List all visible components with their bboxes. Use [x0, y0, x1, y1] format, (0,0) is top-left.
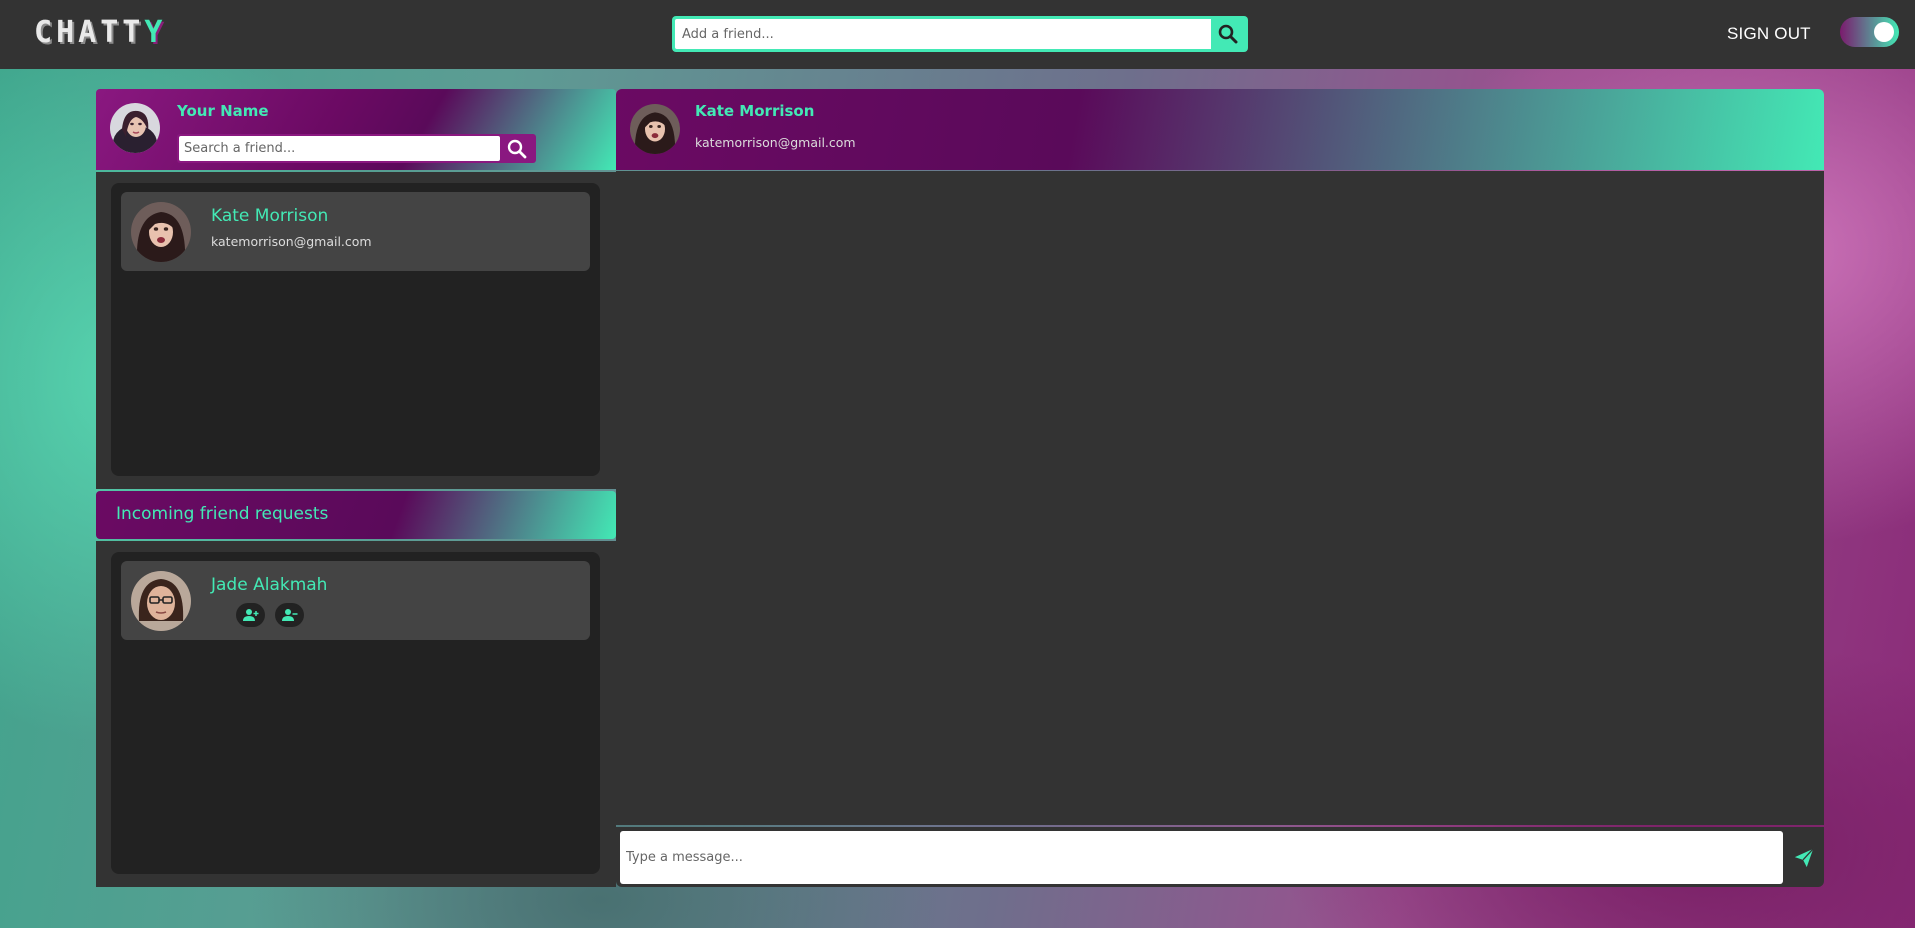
friend-item[interactable]: Kate Morrison katemorrison@gmail.com	[121, 192, 590, 271]
chat-contact-email: katemorrison@gmail.com	[695, 135, 856, 150]
request-actions	[236, 603, 304, 627]
sidebar: Your Name Search a friend... Kate Morris…	[96, 89, 616, 887]
friend-requests-title: Incoming friend requests	[116, 504, 329, 524]
friend-request-item: Jade Alakmah	[121, 561, 590, 640]
friend-email: katemorrison@gmail.com	[211, 234, 372, 249]
toggle-knob	[1874, 22, 1894, 42]
profile-header: Your Name	[96, 89, 616, 170]
friend-search-button[interactable]	[500, 136, 534, 161]
message-input[interactable]	[620, 831, 1783, 884]
logo-letter: T	[122, 15, 141, 50]
friend-requests-list: Jade Alakmah	[111, 552, 600, 874]
user-minus-icon	[281, 609, 297, 621]
chat-window: Kate Morrison katemorrison@gmail.com	[616, 89, 1824, 889]
chat-contact-name: Kate Morrison	[695, 102, 815, 120]
add-friend-form	[672, 16, 1248, 52]
friend-search-input[interactable]	[179, 136, 500, 161]
add-friend-input[interactable]	[675, 19, 1211, 49]
logo-letter: A	[78, 15, 97, 50]
decline-request-button[interactable]	[275, 603, 304, 627]
send-icon	[1794, 847, 1814, 867]
logo-letter: H	[56, 15, 75, 50]
logo-letter: T	[100, 15, 119, 50]
message-composer	[616, 827, 1824, 887]
sign-out-button[interactable]: SIGN OUT	[1727, 24, 1811, 44]
send-button[interactable]	[1786, 831, 1822, 884]
avatar	[131, 202, 191, 262]
theme-toggle[interactable]	[1840, 17, 1899, 47]
friends-list: Kate Morrison katemorrison@gmail.com	[111, 183, 600, 476]
add-friend-search-button[interactable]	[1211, 19, 1245, 49]
avatar	[131, 571, 191, 631]
accept-request-button[interactable]	[236, 603, 265, 627]
friend-requests-panel: Jade Alakmah	[96, 541, 616, 887]
app-logo[interactable]: C H A T T Y	[34, 18, 162, 48]
friends-panel: Kate Morrison katemorrison@gmail.com	[96, 172, 616, 489]
avatar	[110, 103, 160, 153]
friend-requests-header: Incoming friend requests	[96, 491, 616, 539]
logo-letter: C	[34, 15, 53, 50]
avatar	[630, 104, 680, 154]
request-name: Jade Alakmah	[211, 575, 328, 595]
friend-search-form	[177, 134, 536, 163]
logo-letter: Y	[144, 15, 163, 50]
user-plus-icon	[242, 609, 258, 621]
friend-name: Kate Morrison	[211, 206, 329, 226]
search-icon	[1218, 24, 1238, 44]
message-area[interactable]	[616, 171, 1824, 825]
top-bar: C H A T T Y SIGN OUT	[0, 0, 1915, 69]
profile-name: Your Name	[177, 102, 269, 120]
chat-header: Kate Morrison katemorrison@gmail.com	[616, 89, 1824, 170]
search-icon	[507, 139, 527, 158]
